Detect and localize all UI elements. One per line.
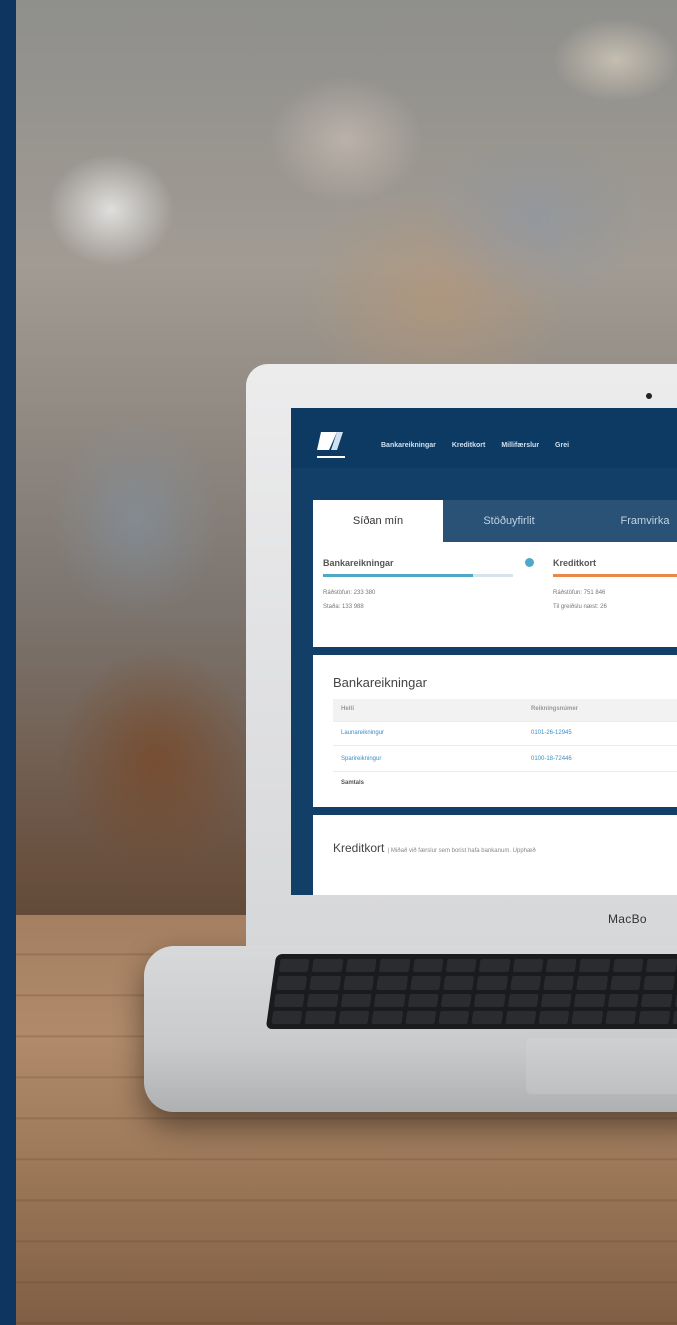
table-row[interactable]: Sparireikningur 0100-18-72446 — [333, 749, 677, 772]
accounts-table-header: Heiti Reikningsnúmer — [333, 699, 677, 722]
gear-icon[interactable] — [525, 558, 534, 567]
accounts-panel: Bankareikningar Heiti Reikningsnúmer Lau… — [313, 655, 677, 807]
summary-credit-bar — [553, 574, 677, 577]
column-header-number: Reikningsnúmer — [531, 706, 579, 712]
credit-title: Kreditkort — [333, 841, 385, 855]
tab-stoduyfirlit[interactable]: Stöðuyfirlit — [443, 500, 575, 542]
bank-logo-icon[interactable] — [317, 428, 349, 462]
keyboard-keys — [271, 959, 677, 1024]
nav-item-millifaerslur[interactable]: Millifærslur — [501, 442, 539, 449]
table-total-row: Samtals — [333, 773, 677, 795]
summary-credit-title[interactable]: Kreditkort — [553, 558, 596, 568]
bank-navbar: Bankareikningar Kreditkort Millifærslur … — [291, 408, 677, 468]
account-number-link[interactable]: 0101-26-12945 — [531, 730, 572, 736]
total-label: Samtals — [341, 780, 365, 786]
column-header-name: Heiti — [341, 706, 355, 712]
credit-panel: Kreditkort | Miðað við færslur sem boris… — [313, 815, 677, 895]
laptop-camera — [646, 393, 652, 399]
nav-item-bankareikningar[interactable]: Bankareikningar — [381, 442, 436, 449]
credit-section-heading: Kreditkort | Miðað við færslur sem boris… — [333, 841, 536, 855]
summary-credit-line1: Ráðstöfun: 751 846 — [553, 590, 606, 596]
laptop-screen: Bankareikningar Kreditkort Millifærslur … — [291, 408, 677, 895]
summary-bank-line1: Ráðstöfun: 233 380 — [323, 590, 376, 596]
nav-item-kreditkort[interactable]: Kreditkort — [452, 442, 485, 449]
tab-sidan-min[interactable]: Síðan mín — [313, 500, 443, 542]
laptop-trackpad — [526, 1038, 677, 1094]
nav-item-greidslur[interactable]: Grei — [555, 442, 569, 449]
nav-menu: Bankareikningar Kreditkort Millifærslur … — [381, 442, 569, 449]
account-name-link[interactable]: Launareikningur — [341, 730, 384, 736]
accounts-title: Bankareikningar — [333, 675, 427, 690]
summary-bank-title[interactable]: Bankareikningar — [323, 558, 394, 568]
credit-subtitle: | Miðað við færslur sem borist hafa bank… — [387, 848, 536, 854]
summary-credit-line2: Til greiðslu næst: 26 — [553, 604, 607, 610]
summary-panel: Bankareikningar Ráðstöfun: 233 380 Staða… — [313, 542, 677, 647]
summary-bank-line2: Staða: 133 988 — [323, 604, 364, 610]
summary-bank-bar — [323, 574, 473, 577]
account-number-link[interactable]: 0100-18-72446 — [531, 756, 572, 762]
tab-bar: Síðan mín Stöðuyfirlit Framvirka — [313, 500, 677, 542]
account-name-link[interactable]: Sparireikningur — [341, 756, 381, 762]
summary-bank-bar-rest — [473, 574, 513, 577]
laptop-keyboard — [265, 954, 677, 1029]
tab-framvirka[interactable]: Framvirka — [575, 500, 677, 542]
laptop-brand-label: MacBo — [608, 912, 647, 926]
content-area: Síðan mín Stöðuyfirlit Framvirka Bankare… — [291, 468, 677, 895]
table-row[interactable]: Launareikningur 0101-26-12945 — [333, 723, 677, 746]
